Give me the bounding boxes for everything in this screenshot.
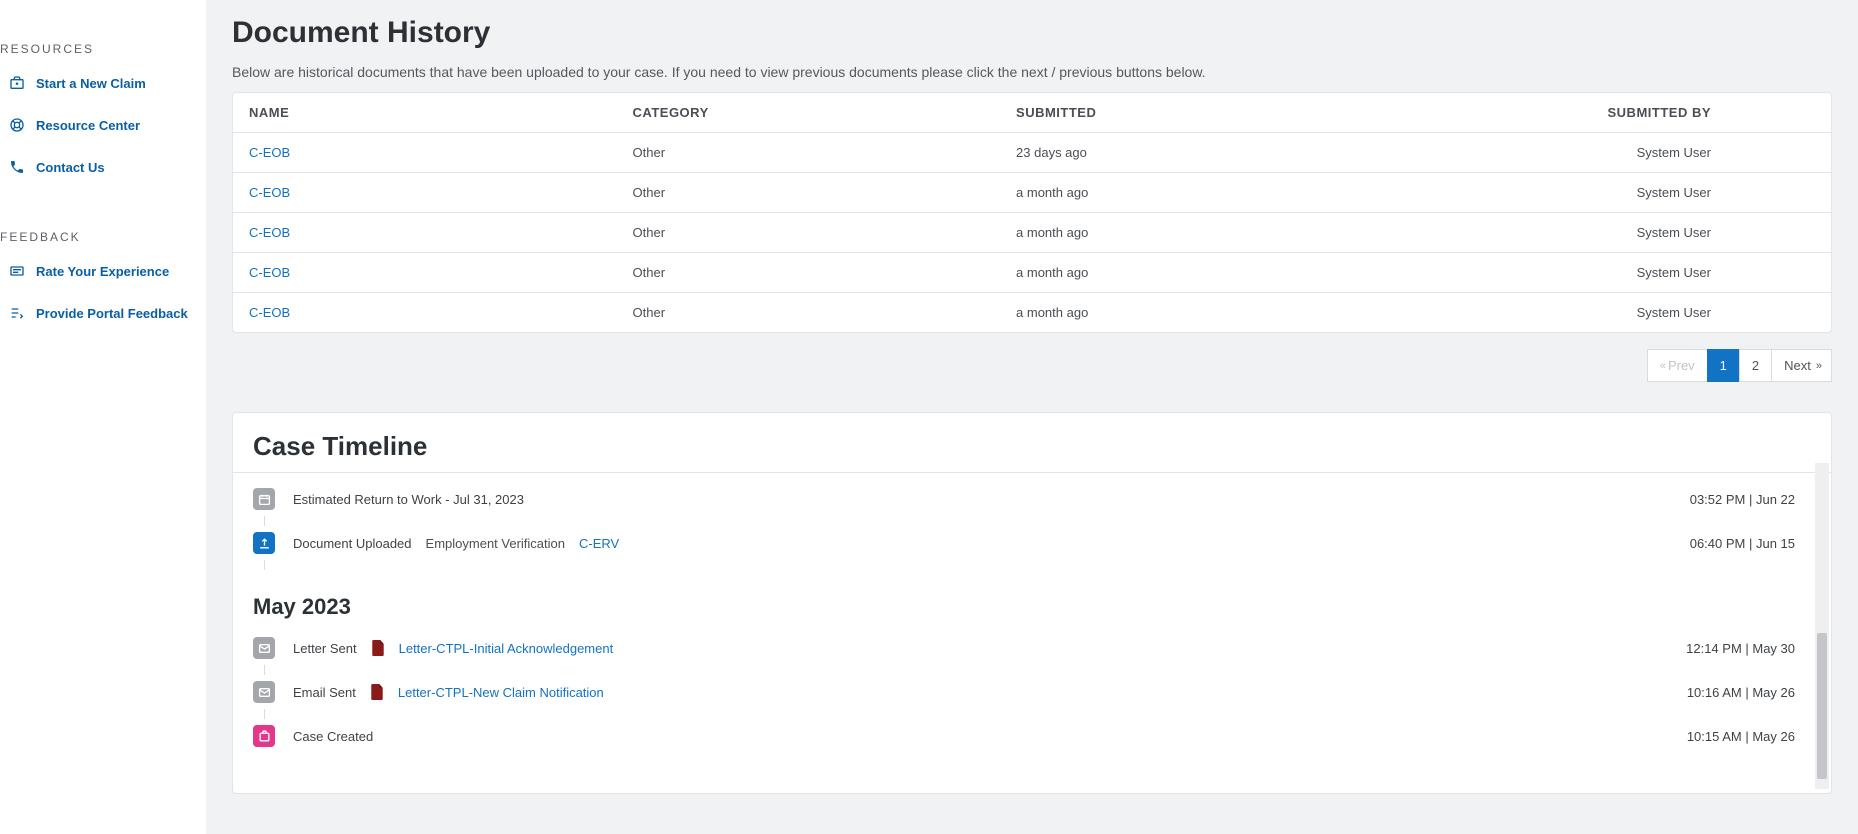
cell-category: Other (617, 173, 1001, 213)
timeline-row: Letter Sent Letter-CTPL-Initial Acknowle… (253, 632, 1811, 664)
table-row: C-EOB Othera month agoSystem User (233, 213, 1831, 253)
column-category: CATEGORY (617, 93, 1001, 133)
sidebar-item-label: Resource Center (36, 118, 140, 133)
lifebuoy-icon (8, 116, 26, 134)
case-timeline-card: Case Timeline Estimated Return to Work -… (232, 412, 1832, 794)
cell-category: Other (617, 133, 1001, 173)
table-row: C-EOB Other23 days agoSystem User (233, 133, 1831, 173)
pdf-file-icon (370, 684, 384, 700)
pagination-prev: « Prev (1647, 349, 1708, 382)
timeline-label: Email Sent (293, 685, 356, 700)
document-link[interactable]: C-EOB (249, 305, 290, 320)
pagination-next[interactable]: Next » (1771, 349, 1832, 382)
timeline-link[interactable]: C-ERV (579, 536, 619, 551)
cell-submitted-by: System User (1511, 253, 1831, 293)
timeline-label: Letter Sent (293, 641, 357, 656)
document-link[interactable]: C-EOB (249, 185, 290, 200)
page-subtitle: Below are historical documents that have… (232, 64, 1832, 80)
sidebar-item-rate-experience[interactable]: Rate Your Experience (0, 250, 206, 292)
timeline-title: Case Timeline (233, 431, 1831, 472)
sidebar-section-resources: RESOURCES (0, 30, 206, 62)
cell-submitted: a month ago (1000, 253, 1511, 293)
table-row: C-EOB Othera month agoSystem User (233, 173, 1831, 213)
cell-category: Other (617, 213, 1001, 253)
timeline-time: 12:14 PM | May 30 (1686, 641, 1811, 656)
cell-submitted: 23 days ago (1000, 133, 1511, 173)
cell-submitted-by: System User (1511, 213, 1831, 253)
pdf-file-icon (371, 640, 385, 656)
star-rating-icon (8, 262, 26, 280)
timeline-link[interactable]: Letter-CTPL-New Claim Notification (398, 685, 604, 700)
pagination: « Prev 1 2 Next » (232, 349, 1832, 382)
chevrons-right-icon: » (1816, 360, 1819, 372)
phone-icon (8, 158, 26, 176)
cell-submitted: a month ago (1000, 293, 1511, 333)
timeline-link[interactable]: Letter-CTPL-Initial Acknowledgement (399, 641, 614, 656)
cell-submitted: a month ago (1000, 213, 1511, 253)
cell-submitted-by: System User (1511, 293, 1831, 333)
sidebar-item-label: Provide Portal Feedback (36, 306, 188, 321)
timeline-label: Document Uploaded (293, 536, 412, 551)
table-row: C-EOB Othera month agoSystem User (233, 253, 1831, 293)
sidebar-item-label: Start a New Claim (36, 76, 146, 91)
cell-submitted: a month ago (1000, 173, 1511, 213)
mail-icon (253, 637, 275, 659)
column-name: NAME (233, 93, 617, 133)
timeline-month-header: May 2023 (253, 594, 1811, 620)
timeline-label: Case Created (293, 729, 373, 744)
mail-icon (253, 681, 275, 703)
timeline-row: Case Created 10:15 AM | May 26 (253, 720, 1811, 752)
timeline-row: Estimated Return to Work - Jul 31, 2023 … (253, 483, 1811, 515)
document-link[interactable]: C-EOB (249, 145, 290, 160)
sidebar-item-label: Rate Your Experience (36, 264, 169, 279)
table-row: C-EOB Othera month agoSystem User (233, 293, 1831, 333)
sidebar-item-label: Contact Us (36, 160, 105, 175)
timeline-label: Estimated Return to Work - Jul 31, 2023 (293, 492, 524, 507)
timeline-time: 10:16 AM | May 26 (1687, 685, 1811, 700)
cell-category: Other (617, 293, 1001, 333)
chevrons-left-icon: « (1660, 360, 1663, 372)
document-link[interactable]: C-EOB (249, 265, 290, 280)
timeline-row: Document Uploaded Employment Verificatio… (253, 527, 1811, 559)
timeline-body[interactable]: Estimated Return to Work - Jul 31, 2023 … (233, 472, 1831, 753)
column-submitted: SUBMITTED (1000, 93, 1511, 133)
main-content: Document History Below are historical do… (206, 0, 1858, 834)
sidebar-item-start-claim[interactable]: Start a New Claim (0, 62, 206, 104)
sidebar-section-feedback: FEEDBACK (0, 218, 206, 250)
document-history-table: NAME CATEGORY SUBMITTED SUBMITTED BY C-E… (232, 92, 1832, 333)
timeline-time: 06:40 PM | Jun 15 (1690, 536, 1811, 551)
cell-submitted-by: System User (1511, 173, 1831, 213)
sidebar: RESOURCES Start a New Claim Resource Cen… (0, 0, 206, 834)
pagination-page-1[interactable]: 1 (1707, 349, 1740, 382)
feedback-icon (8, 304, 26, 322)
cell-category: Other (617, 253, 1001, 293)
sidebar-item-contact-us[interactable]: Contact Us (0, 146, 206, 188)
timeline-time: 10:15 AM | May 26 (1687, 729, 1811, 744)
case-created-icon (253, 725, 275, 747)
briefcase-medical-icon (8, 74, 26, 92)
timeline-sublabel: Employment Verification (426, 536, 565, 551)
page-title: Document History (232, 16, 1832, 50)
scrollbar[interactable] (1815, 463, 1829, 789)
calendar-icon (253, 488, 275, 510)
timeline-time: 03:52 PM | Jun 22 (1690, 492, 1811, 507)
cell-submitted-by: System User (1511, 133, 1831, 173)
pagination-page-2[interactable]: 2 (1739, 349, 1772, 382)
column-submitted-by: SUBMITTED BY (1511, 93, 1831, 133)
timeline-row: Email Sent Letter-CTPL-New Claim Notific… (253, 676, 1811, 708)
sidebar-item-portal-feedback[interactable]: Provide Portal Feedback (0, 292, 206, 334)
sidebar-item-resource-center[interactable]: Resource Center (0, 104, 206, 146)
upload-icon (253, 532, 275, 554)
document-link[interactable]: C-EOB (249, 225, 290, 240)
